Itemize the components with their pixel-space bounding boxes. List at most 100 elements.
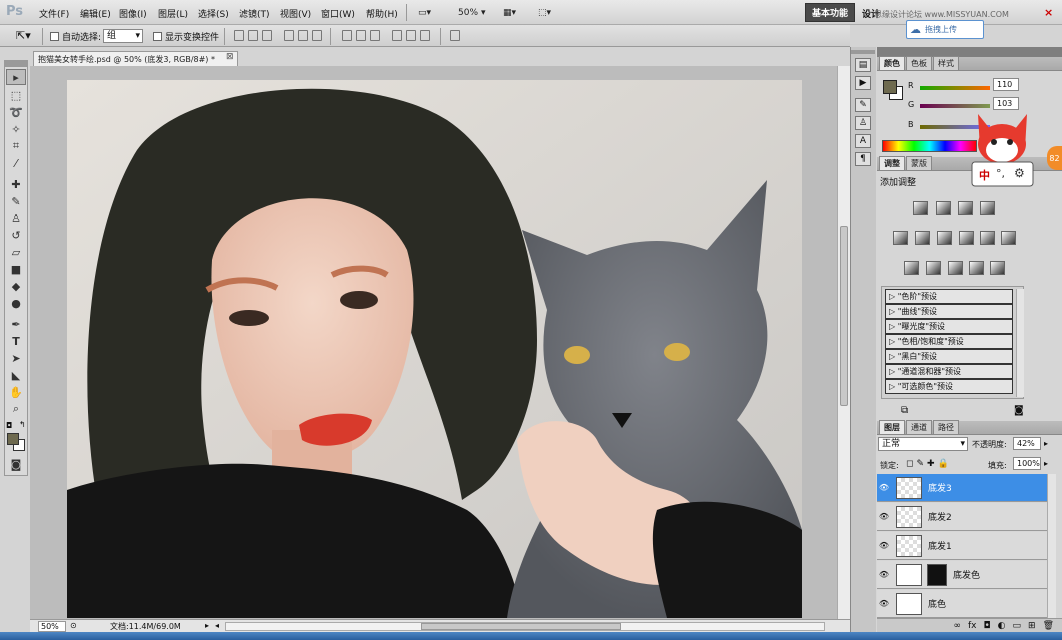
channel-r-slider[interactable]	[920, 86, 990, 90]
tab-paths[interactable]: 路径	[933, 420, 959, 434]
layer-name[interactable]: 底发色	[953, 568, 980, 581]
channel-r-value[interactable]: 110	[993, 78, 1019, 91]
swap-colors-icon[interactable]: ↰	[19, 420, 26, 429]
distribute-top-icon[interactable]	[342, 30, 352, 41]
align-center-icon[interactable]	[298, 30, 308, 41]
auto-select-dropdown[interactable]: 组 ▾	[103, 29, 143, 43]
brushes-panel-icon[interactable]: ✎	[855, 98, 871, 112]
tab-swatches[interactable]: 色板	[906, 56, 932, 70]
layer-row-base-color[interactable]: 👁 底色	[877, 590, 1047, 618]
paragraph-panel-icon[interactable]: ¶	[855, 152, 871, 166]
preset-levels[interactable]: ▷ "色阶"预设	[885, 289, 1013, 304]
hue-saturation-icon[interactable]	[915, 231, 930, 245]
healing-brush-tool-icon[interactable]: ✚	[6, 176, 26, 192]
preset-hue-saturation[interactable]: ▷ "色相/饱和度"预设	[885, 334, 1013, 349]
side-float-tab[interactable]: 82	[1047, 146, 1062, 170]
brush-tool-icon[interactable]: ✎	[6, 193, 26, 209]
hand-tool-icon[interactable]: ✋	[6, 384, 26, 400]
horizontal-scrollbar-thumb[interactable]	[421, 623, 621, 630]
tab-masks[interactable]: 蒙版	[906, 156, 932, 170]
link-layers-icon[interactable]: ∞	[954, 621, 962, 631]
shape-tool-icon[interactable]: ◣	[6, 367, 26, 383]
add-mask-icon[interactable]: ◘	[984, 621, 991, 631]
color-spectrum-ramp[interactable]	[882, 140, 977, 152]
visibility-eye-icon[interactable]: 👁	[877, 570, 891, 579]
align-top-icon[interactable]	[234, 30, 244, 41]
menu-edit[interactable]: 编辑(E)	[80, 7, 111, 20]
layers-scrollbar[interactable]	[1047, 474, 1056, 618]
menu-layer[interactable]: 图层(L)	[158, 7, 188, 20]
new-group-icon[interactable]: ▭	[1013, 621, 1022, 631]
actions-panel-icon[interactable]: ▶	[855, 76, 871, 90]
status-zoom-field[interactable]: 50%	[38, 621, 66, 632]
menu-file[interactable]: 文件(F)	[39, 7, 69, 20]
default-colors-icon[interactable]: ◘	[6, 421, 12, 430]
gradient-map-icon[interactable]	[969, 261, 984, 275]
tab-styles[interactable]: 样式	[933, 56, 959, 70]
levels-icon[interactable]	[936, 201, 951, 215]
color-balance-icon[interactable]	[937, 231, 952, 245]
blend-mode-select[interactable]: 正常 ▾	[878, 437, 968, 451]
toolbox-grip[interactable]	[4, 60, 28, 66]
document-tab[interactable]: 抱猫美女转手绘.psd @ 50% (底发3, RGB/8#) *	[33, 51, 238, 66]
path-selection-tool-icon[interactable]: ➤	[6, 350, 26, 366]
new-adjustment-icon[interactable]: ◐	[998, 621, 1006, 631]
marquee-tool-icon[interactable]: ⬚	[6, 87, 26, 103]
distribute-bottom-icon[interactable]	[370, 30, 380, 41]
ime-settings-gear-icon[interactable]: ⚙	[1014, 166, 1025, 180]
layer-row-hair-color[interactable]: 👁 底发色	[877, 561, 1047, 589]
scroll-left-icon[interactable]: ◂	[215, 621, 223, 631]
align-middle-icon[interactable]	[248, 30, 258, 41]
menu-window[interactable]: 窗口(W)	[321, 7, 355, 20]
ime-mode-label[interactable]: 中	[979, 167, 990, 183]
status-icon[interactable]: ⊙	[70, 621, 77, 630]
adjustment-layer-icon[interactable]: ⧉	[901, 405, 908, 416]
arrange-documents-button[interactable]: ▦▾	[503, 5, 516, 20]
preset-channel-mixer[interactable]: ▷ "通道混和器"预设	[885, 364, 1013, 379]
quick-select-tool-icon[interactable]: ✧	[6, 121, 26, 137]
fill-slider-icon[interactable]: ▸	[1044, 459, 1048, 468]
curves-icon[interactable]	[958, 201, 973, 215]
zoom-level-select[interactable]: 50% ▾	[458, 5, 486, 20]
eyedropper-tool-icon[interactable]: ⁄	[6, 155, 26, 171]
tab-layers[interactable]: 图层	[879, 420, 905, 434]
clone-stamp-tool-icon[interactable]: ♙	[6, 210, 26, 226]
adjustment-options-icon[interactable]: ◙	[1014, 405, 1024, 416]
type-tool-icon[interactable]: T	[6, 333, 26, 349]
scrollbar-thumb[interactable]	[840, 226, 848, 406]
layer-name[interactable]: 底发2	[928, 510, 952, 523]
brightness-contrast-icon[interactable]	[913, 201, 928, 215]
opacity-slider-icon[interactable]: ▸	[1044, 439, 1048, 448]
dock-grip[interactable]	[851, 50, 875, 54]
visibility-eye-icon[interactable]: 👁	[877, 483, 891, 492]
document-canvas[interactable]	[67, 80, 802, 618]
eraser-tool-icon[interactable]: ▱	[6, 244, 26, 260]
layer-row-hair3[interactable]: 👁 底发3	[877, 474, 1047, 502]
menu-select[interactable]: 选择(S)	[198, 7, 229, 20]
menu-image[interactable]: 图像(I)	[119, 7, 147, 20]
preset-exposure[interactable]: ▷ "曝光度"预设	[885, 319, 1013, 334]
preset-curves[interactable]: ▷ "曲线"预设	[885, 304, 1013, 319]
horizontal-scrollbar[interactable]	[225, 622, 825, 631]
layer-style-icon[interactable]: fx	[968, 621, 977, 631]
visibility-eye-icon[interactable]: 👁	[877, 541, 891, 550]
layer-name[interactable]: 底发3	[928, 481, 952, 494]
tab-color[interactable]: 颜色	[879, 56, 905, 70]
preset-selective-color[interactable]: ▷ "可选颜色"预设	[885, 379, 1013, 394]
layer-name[interactable]: 底发1	[928, 539, 952, 552]
history-panel-icon[interactable]: ▤	[855, 58, 871, 72]
tab-channels[interactable]: 通道	[906, 420, 932, 434]
distribute-left-icon[interactable]	[392, 30, 402, 41]
layer-row-hair1[interactable]: 👁 底发1	[877, 532, 1047, 560]
layer-row-hair2[interactable]: 👁 底发2	[877, 503, 1047, 531]
character-panel-icon[interactable]: A	[855, 134, 871, 148]
menu-filter[interactable]: 滤镜(T)	[239, 7, 270, 20]
vibrance-icon[interactable]	[893, 231, 908, 245]
selective-color-icon[interactable]	[990, 261, 1005, 275]
visibility-eye-icon[interactable]: 👁	[877, 599, 891, 608]
channel-mixer-icon[interactable]	[1001, 231, 1016, 245]
distribute-middle-icon[interactable]	[356, 30, 366, 41]
move-tool-preset-icon[interactable]: ⇱▾	[16, 29, 31, 42]
blur-tool-icon[interactable]: ◆	[6, 278, 26, 294]
clone-source-panel-icon[interactable]: ♙	[855, 116, 871, 130]
